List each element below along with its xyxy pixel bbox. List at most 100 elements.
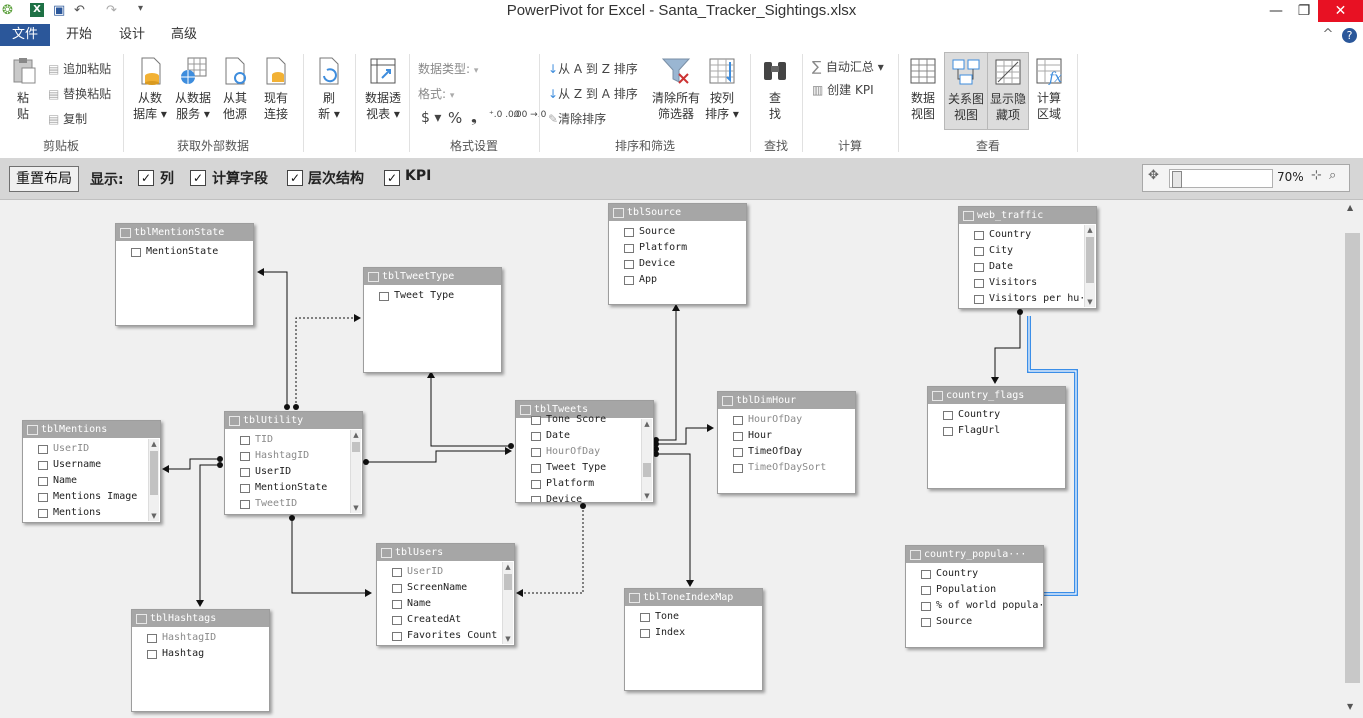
diagram-view-button[interactable]: 关系图 视图: [944, 52, 988, 130]
table-field[interactable]: Visitors per hu···: [959, 291, 1096, 307]
currency-button[interactable]: $ ▾: [421, 110, 441, 126]
table-field[interactable]: Population: [906, 582, 1043, 598]
clear-sort-button[interactable]: ✎清除排序: [548, 110, 606, 127]
table-tblusers[interactable]: tblUsers UserID ScreenName Name CreatedA…: [376, 543, 515, 646]
table-field[interactable]: Name: [23, 473, 160, 489]
table-tblsource[interactable]: tblSource Source Platform Device App: [608, 203, 747, 305]
table-field[interactable]: ScreenName: [377, 580, 514, 596]
table-field[interactable]: Source: [609, 224, 746, 240]
table-field[interactable]: Tweet Type: [516, 460, 653, 476]
relationship-tweets-users[interactable]: [516, 506, 584, 597]
diagram-canvas[interactable]: tblMentionState MentionState tblTweetTyp…: [0, 200, 1343, 718]
show-hidden-button[interactable]: 显示隐 藏项: [987, 52, 1029, 130]
table-field[interactable]: Hashtag: [132, 646, 269, 662]
format-dropdown[interactable]: 格式: ▾: [418, 85, 454, 102]
decrease-decimal-button[interactable]: .00 →.0: [513, 110, 546, 120]
table-tblmentionstate[interactable]: tblMentionState MentionState: [115, 223, 254, 326]
table-field[interactable]: MentionState: [116, 244, 253, 260]
sort-desc-button[interactable]: ↓从 Z 到 A 排序: [548, 85, 638, 102]
fit-to-screen-icon[interactable]: ⊹: [1311, 168, 1322, 183]
table-field[interactable]: HourOfDay: [718, 412, 855, 428]
checkbox-columns[interactable]: ✓: [138, 170, 154, 186]
paste-button[interactable]: 粘 贴: [6, 56, 40, 122]
zoom-slider[interactable]: [1169, 169, 1273, 188]
table-scrollbar[interactable]: ▲ ▼: [148, 439, 159, 521]
table-field[interactable]: HourOfDay: [516, 444, 653, 460]
table-field[interactable]: Tone Score: [516, 412, 653, 428]
autosum-button[interactable]: ∑ 自动汇总 ▾: [812, 58, 884, 75]
table-field[interactable]: Date: [516, 428, 653, 444]
relationship-tweets-toneindex[interactable]: [656, 453, 694, 587]
table-field[interactable]: HashtagID: [132, 630, 269, 646]
table-field[interactable]: Platform: [609, 240, 746, 256]
scroll-up-icon[interactable]: ▲: [149, 439, 159, 449]
relationship-utility-mentionstate[interactable]: [257, 268, 288, 407]
data-view-button[interactable]: 数据 视图: [904, 56, 942, 122]
table-field[interactable]: MentionState: [225, 480, 362, 496]
relationship-tweets-source[interactable]: [656, 304, 680, 441]
scroll-up-icon[interactable]: ▲: [642, 419, 652, 429]
relationship-utility-hashtags[interactable]: [196, 464, 220, 607]
table-scrollbar[interactable]: ▲ ▼: [502, 562, 513, 644]
copy-button[interactable]: ▤ 复制: [48, 110, 87, 127]
table-tbltweettype[interactable]: tblTweetType Tweet Type: [363, 267, 502, 373]
scroll-down-icon[interactable]: ▼: [351, 503, 361, 513]
table-field[interactable]: City: [959, 243, 1096, 259]
table-field[interactable]: Mentions Image: [23, 489, 160, 505]
table-tblmentions[interactable]: tblMentions UserID Username Name Mention…: [22, 420, 161, 523]
scroll-down-icon[interactable]: ▼: [503, 634, 513, 644]
table-field[interactable]: UserID: [225, 464, 362, 480]
tab-file[interactable]: 文件: [0, 24, 50, 46]
table-field[interactable]: App: [609, 272, 746, 288]
pivot-table-button[interactable]: 数据透 视表 ▾: [360, 56, 406, 122]
table-field[interactable]: Date: [959, 259, 1096, 275]
from-data-service-button[interactable]: 从数据 服务 ▾: [172, 56, 214, 122]
restore-button[interactable]: ❐: [1290, 0, 1318, 22]
collapse-ribbon-icon[interactable]: ^: [1318, 24, 1338, 46]
create-kpi-button[interactable]: ▥ 创建 KPI: [812, 81, 874, 98]
table-field[interactable]: FlagUrl: [928, 423, 1065, 439]
table-field[interactable]: CreatedAt: [377, 612, 514, 628]
table-field[interactable]: Hour: [718, 428, 855, 444]
table-field[interactable]: Username: [23, 457, 160, 473]
tab-home[interactable]: 开始: [58, 24, 100, 46]
relationship-webtraffic-countryflags[interactable]: [991, 312, 1021, 384]
percent-button[interactable]: %: [448, 109, 462, 127]
table-tblhashtags[interactable]: tblHashtags HashtagID Hashtag: [131, 609, 270, 712]
scrollbar-thumb[interactable]: [1345, 233, 1360, 683]
zoom-icon[interactable]: ⌕: [1329, 168, 1336, 183]
table-field[interactable]: TID: [225, 432, 362, 448]
table-field[interactable]: Platform: [516, 476, 653, 492]
checkbox-calculated-fields[interactable]: ✓: [190, 170, 206, 186]
table-tbltweets[interactable]: tblTweets Tone Score Date HourOfDay Twee…: [515, 400, 654, 503]
comma-button[interactable]: ❟: [471, 108, 477, 126]
table-field[interactable]: Name: [377, 596, 514, 612]
sort-by-column-button[interactable]: 按列 排序 ▾: [704, 56, 740, 122]
sort-asc-button[interactable]: ↓从 A 到 Z 排序: [548, 60, 638, 77]
relationship-utility-mentions[interactable]: [162, 458, 220, 473]
scroll-up-icon[interactable]: ▲: [1347, 203, 1353, 212]
table-field[interactable]: Tweet Type: [364, 288, 501, 304]
clear-all-filters-button[interactable]: 清除所有 筛选器: [650, 56, 702, 122]
table-tbldimhour[interactable]: tblDimHour HourOfDay Hour TimeOfDay Time…: [717, 391, 856, 494]
relationship-tweets-tweettype[interactable]: [427, 371, 511, 447]
table-field[interactable]: Tone: [625, 609, 762, 625]
table-field[interactable]: Country: [906, 566, 1043, 582]
append-paste-button[interactable]: ▤ 追加粘贴: [48, 60, 111, 77]
replace-paste-button[interactable]: ▤ 替换粘贴: [48, 85, 111, 102]
table-scrollbar[interactable]: ▲ ▼: [1084, 225, 1095, 307]
scroll-up-icon[interactable]: ▲: [1085, 225, 1095, 235]
table-field[interactable]: Device: [516, 492, 653, 502]
checkbox-kpi[interactable]: ✓: [384, 170, 400, 186]
data-type-dropdown[interactable]: 数据类型: ▾: [418, 60, 478, 77]
scroll-down-icon[interactable]: ▼: [149, 511, 159, 521]
table-field[interactable]: TimeOfDay: [718, 444, 855, 460]
relationship-utility-tweets[interactable]: [366, 447, 512, 463]
table-country-flags[interactable]: country_flags Country FlagUrl: [927, 386, 1066, 489]
scroll-down-icon[interactable]: ▼: [642, 491, 652, 501]
refresh-button[interactable]: 刷 新 ▾: [312, 56, 346, 122]
table-scrollbar[interactable]: ▲ ▼: [350, 430, 361, 513]
table-tbltoneindexmap[interactable]: tblToneIndexMap Tone Index: [624, 588, 763, 691]
table-scrollbar[interactable]: ▲ ▼: [641, 419, 652, 501]
table-field[interactable]: TimeOfDaySort: [718, 460, 855, 476]
